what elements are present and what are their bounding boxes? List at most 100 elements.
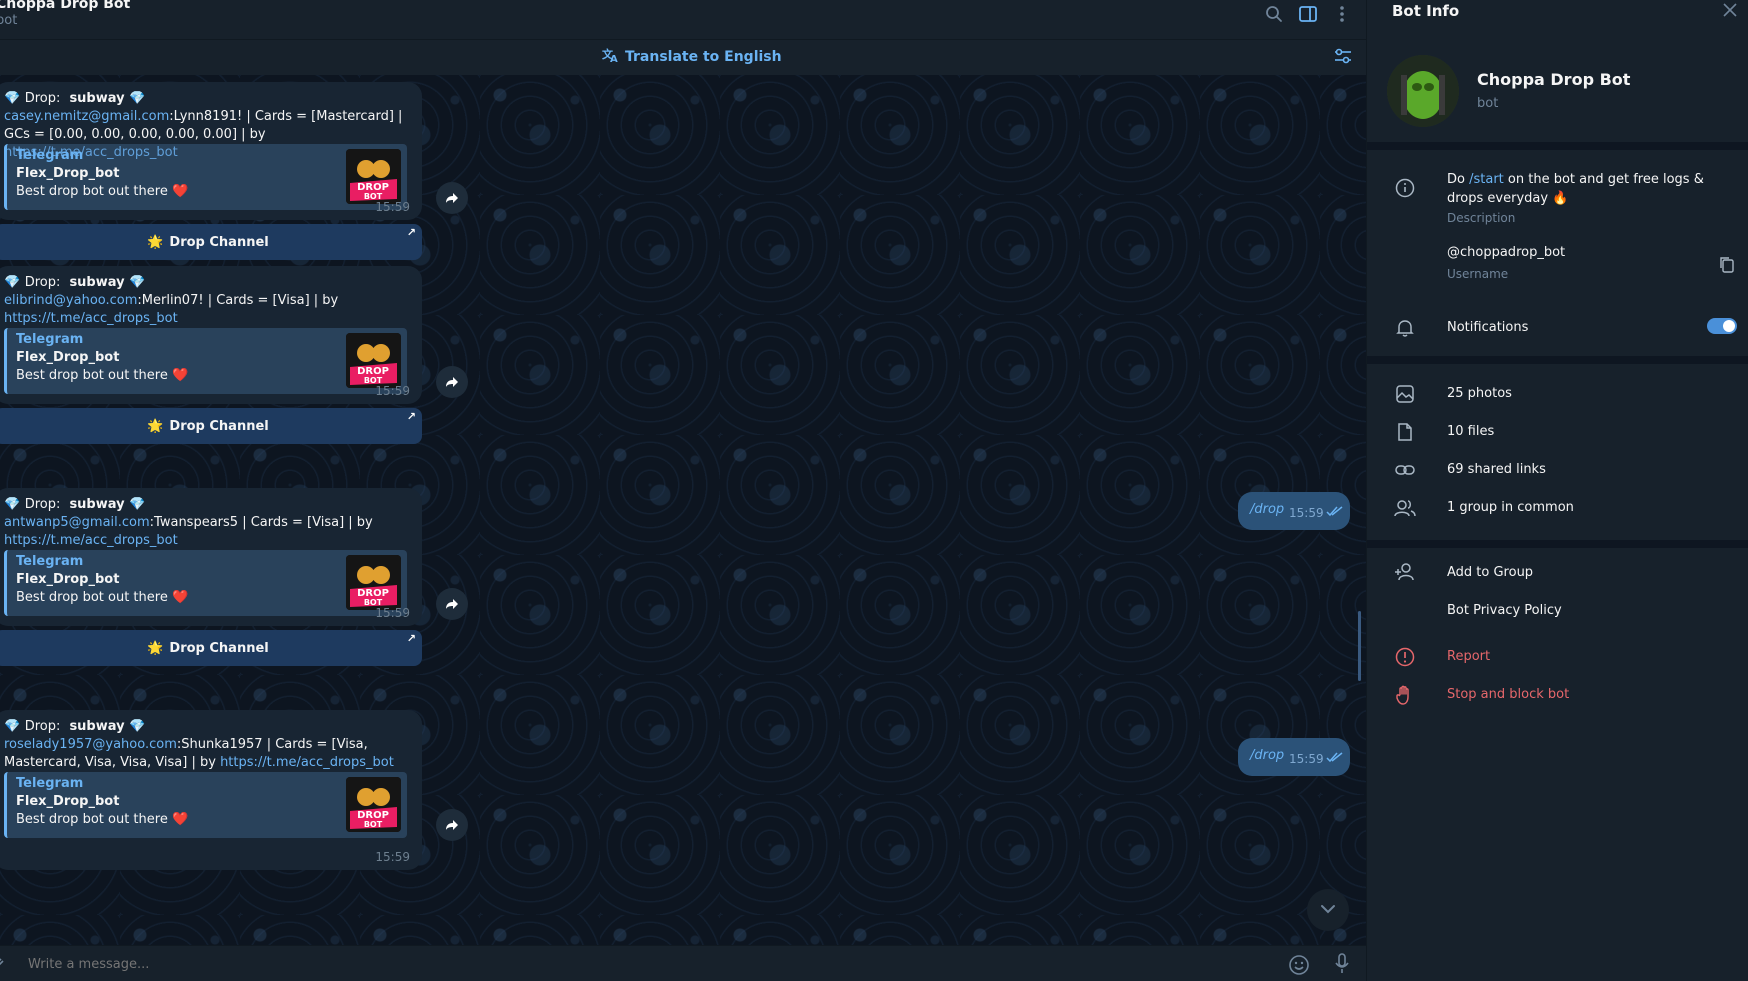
- message-bubble[interactable]: 💎 Drop: subway 💎 antwanp5@gmail.com:Twan…: [0, 488, 422, 626]
- translate-button[interactable]: 文A Translate to English: [602, 46, 782, 68]
- report-button[interactable]: Report: [1447, 649, 1490, 664]
- link-preview[interactable]: Telegram Flex_Drop_bot Best drop bot out…: [4, 772, 407, 838]
- start-command-link[interactable]: /start: [1469, 172, 1504, 187]
- message-time: 15:59: [375, 850, 410, 864]
- channel-button-label: Drop Channel: [169, 640, 269, 656]
- star-icon: 🌟: [147, 234, 164, 250]
- preview-thumbnail: DROP BOT: [346, 333, 401, 388]
- drop-channel-button[interactable]: 🌟 Drop Channel ↗: [0, 408, 422, 444]
- outgoing-text[interactable]: /drop: [1250, 502, 1284, 517]
- more-menu-icon[interactable]: [1330, 2, 1354, 26]
- link-preview[interactable]: Telegram Flex_Drop_bot Best drop bot out…: [4, 328, 407, 394]
- preview-thumbnail: DROP BOT: [346, 149, 401, 204]
- message-text: 💎 Drop: subway 💎 antwanp5@gmail.com:Twan…: [4, 496, 408, 550]
- chat-header: Choppa Drop Bot bot: [0, 0, 1366, 39]
- stop-and-block-button[interactable]: Stop and block bot: [1447, 687, 1569, 702]
- forward-button[interactable]: [436, 366, 468, 398]
- preview-site: Telegram: [16, 332, 84, 347]
- microphone-icon[interactable]: [1334, 953, 1350, 979]
- message-bubble[interactable]: 💎 Drop: subway 💎 casey.nemitz@gmail.com:…: [0, 82, 422, 220]
- translate-icon: 文A: [602, 47, 620, 67]
- drop-name: subway: [69, 91, 125, 106]
- forward-button[interactable]: [436, 588, 468, 620]
- info-icon: [1393, 176, 1417, 200]
- add-user-icon: [1393, 560, 1417, 584]
- bot-privacy-policy-button[interactable]: Bot Privacy Policy: [1447, 603, 1562, 618]
- message-text: 💎 Drop: subway 💎 roselady1957@yahoo.com:…: [4, 718, 408, 772]
- media-files[interactable]: 10 files: [1447, 424, 1494, 439]
- forward-button[interactable]: [436, 182, 468, 214]
- bot-link[interactable]: https://t.me/acc_drops_bot: [4, 533, 178, 548]
- email-link[interactable]: elibrind@yahoo.com: [4, 293, 137, 308]
- preview-thumbnail: DROP BOT: [346, 555, 401, 610]
- link-icon: [1393, 458, 1417, 482]
- bot-subtitle: bot: [1477, 96, 1499, 111]
- bot-link[interactable]: https://t.me/acc_drops_bot: [220, 755, 394, 770]
- forward-button[interactable]: [436, 809, 468, 841]
- drop-label: Drop:: [24, 719, 61, 734]
- star-icon: 🌟: [147, 418, 164, 434]
- outgoing-text[interactable]: /drop: [1250, 748, 1284, 763]
- drop-label: Drop:: [24, 497, 61, 512]
- message-text: 💎 Drop: subway 💎 elibrind@yahoo.com:Merl…: [4, 274, 408, 328]
- notifications-toggle[interactable]: [1707, 318, 1737, 334]
- photo-icon: [1393, 382, 1417, 406]
- sidebar-toggle-icon[interactable]: [1296, 2, 1320, 26]
- email-link[interactable]: roselady1957@yahoo.com: [4, 737, 177, 752]
- attach-icon[interactable]: [0, 955, 6, 977]
- notifications-label: Notifications: [1447, 320, 1529, 335]
- drop-channel-button[interactable]: 🌟 Drop Channel ↗: [0, 224, 422, 260]
- message-time: 15:59: [375, 606, 410, 620]
- media-links[interactable]: 69 shared links: [1447, 462, 1546, 477]
- external-link-icon: ↗: [406, 226, 416, 239]
- chat-background: 💎 Drop: subway 💎 casey.nemitz@gmail.com:…: [0, 75, 1366, 945]
- description-label: Description: [1447, 211, 1516, 225]
- email-link[interactable]: antwanp5@gmail.com: [4, 515, 150, 530]
- external-link-icon: ↗: [406, 410, 416, 423]
- message-bubble[interactable]: 💎 Drop: subway 💎 roselady1957@yahoo.com:…: [0, 710, 422, 870]
- group-icon: [1393, 496, 1417, 520]
- link-preview[interactable]: Telegram Flex_Drop_bot Best drop bot out…: [4, 144, 407, 210]
- drop-name: subway: [69, 719, 125, 734]
- preview-site: Telegram: [16, 148, 84, 163]
- scroll-down-button[interactable]: [1307, 889, 1349, 931]
- stop-hand-icon: [1393, 683, 1417, 707]
- scrollbar[interactable]: [1358, 611, 1361, 681]
- fire-icon: 🔥: [1552, 191, 1569, 206]
- outgoing-message[interactable]: /drop 15:59: [1238, 492, 1350, 530]
- preview-description: Best drop bot out there ❤️: [16, 368, 189, 383]
- drop-channel-button[interactable]: 🌟 Drop Channel ↗: [0, 630, 422, 666]
- link-preview[interactable]: Telegram Flex_Drop_bot Best drop bot out…: [4, 550, 407, 616]
- copy-icon[interactable]: [1719, 256, 1735, 278]
- drop-name: subway: [69, 275, 125, 290]
- emoji-icon[interactable]: [1288, 954, 1310, 980]
- search-icon[interactable]: [1262, 2, 1286, 26]
- groups-in-common[interactable]: 1 group in common: [1447, 500, 1574, 515]
- bot-name: Choppa Drop Bot: [1477, 70, 1631, 89]
- file-icon: [1393, 420, 1417, 444]
- report-icon: [1393, 645, 1417, 669]
- divider: [1367, 540, 1748, 548]
- media-photos[interactable]: 25 photos: [1447, 386, 1512, 401]
- message-time: 15:59: [375, 384, 410, 398]
- drop-line: 💎 Drop: subway 💎: [4, 497, 146, 512]
- message-time: 15:59: [1289, 752, 1324, 766]
- divider: [1367, 142, 1748, 150]
- email-link[interactable]: casey.nemitz@gmail.com: [4, 109, 169, 124]
- outgoing-message[interactable]: /drop 15:59: [1238, 738, 1350, 776]
- preview-site: Telegram: [16, 776, 84, 791]
- close-icon[interactable]: [1723, 3, 1737, 21]
- message-composer: [0, 945, 1366, 981]
- external-link-icon: ↗: [406, 632, 416, 645]
- message-input[interactable]: [28, 957, 1028, 972]
- preview-description: Best drop bot out there ❤️: [16, 812, 189, 827]
- add-to-group-button[interactable]: Add to Group: [1447, 565, 1533, 580]
- message-time: 15:59: [375, 200, 410, 214]
- chat-title[interactable]: Choppa Drop Bot: [0, 0, 130, 12]
- message-bubble[interactable]: 💎 Drop: subway 💎 elibrind@yahoo.com:Merl…: [0, 266, 422, 404]
- bot-username[interactable]: @choppadrop_bot: [1447, 245, 1565, 260]
- filter-settings-icon[interactable]: [1333, 47, 1353, 69]
- chat-status: bot: [0, 13, 18, 28]
- avatar[interactable]: [1387, 55, 1459, 127]
- bot-link[interactable]: https://t.me/acc_drops_bot: [4, 311, 178, 326]
